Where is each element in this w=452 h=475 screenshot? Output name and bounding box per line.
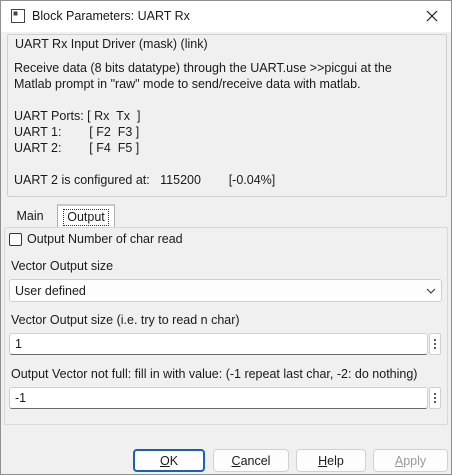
- vector-size-label: Vector Output size: [11, 259, 114, 273]
- mask-description: Receive data (8 bits datatype) through t…: [14, 60, 439, 188]
- cancel-button[interactable]: Cancel: [213, 449, 289, 472]
- window-title: Block Parameters: UART Rx: [32, 9, 190, 23]
- mask-description-group: UART Rx Input Driver (mask) (link) Recei…: [7, 34, 447, 197]
- ok-label-rest: K: [169, 453, 179, 468]
- description-line: Matlab prompt in "raw" mode to send/rece…: [14, 77, 361, 91]
- description-line: Receive data (8 bits datatype) through t…: [14, 61, 392, 75]
- n-char-value: 1: [15, 337, 22, 351]
- help-label-rest: elp: [327, 453, 344, 468]
- checkbox-label: Output Number of char read: [27, 232, 183, 246]
- fill-value-label: Output Vector not full: fill in with val…: [11, 367, 418, 381]
- apply-button[interactable]: Apply: [373, 449, 448, 472]
- fill-value: -1: [15, 391, 27, 405]
- more-vertical-icon: [434, 393, 436, 403]
- output-char-count-row: Output Number of char read: [9, 231, 183, 247]
- apply-hotkey: A: [394, 453, 404, 468]
- fill-value-options-button[interactable]: [429, 387, 441, 409]
- description-line: UART 2 is configured at: 115200 [-0.04%]: [14, 173, 276, 187]
- close-button[interactable]: [419, 4, 445, 28]
- cancel-hotkey: C: [231, 453, 241, 468]
- output-char-count-checkbox[interactable]: [9, 232, 22, 246]
- description-line: [14, 92, 439, 108]
- mask-title: UART Rx Input Driver (mask) (link): [14, 37, 209, 51]
- more-vertical-icon: [434, 339, 436, 349]
- description-line: UART Ports: [ Rx Tx ]: [14, 109, 141, 123]
- vector-size-value: User defined: [15, 283, 86, 298]
- apply-label-rest: pply: [403, 453, 427, 468]
- block-parameters-dialog: Block Parameters: UART Rx UART Rx Input …: [0, 0, 452, 475]
- title-bar: Block Parameters: UART Rx: [1, 1, 451, 32]
- chevron-down-icon: [426, 288, 436, 294]
- n-char-input[interactable]: 1: [9, 333, 428, 355]
- cancel-label-rest: ancel: [240, 453, 271, 468]
- description-line: [14, 156, 439, 172]
- ok-hotkey: O: [159, 453, 170, 468]
- help-button[interactable]: Help: [296, 449, 366, 472]
- vector-size-select[interactable]: User defined: [9, 279, 442, 302]
- close-icon: [426, 10, 438, 22]
- description-line: UART 1: [ F2 F3 ]: [14, 125, 140, 139]
- description-line: UART 2: [ F4 F5 ]: [14, 141, 140, 155]
- fill-value-input[interactable]: -1: [9, 387, 428, 409]
- tab-main[interactable]: Main: [7, 204, 53, 228]
- n-char-label: Vector Output size (i.e. try to read n c…: [11, 313, 240, 327]
- tab-label: Main: [16, 209, 44, 223]
- simulink-block-icon: [11, 9, 25, 23]
- tab-output[interactable]: Output: [57, 204, 115, 228]
- help-hotkey: H: [318, 453, 328, 468]
- n-char-options-button[interactable]: [429, 333, 441, 355]
- ok-button[interactable]: OK: [133, 449, 205, 472]
- tab-label: Output: [63, 208, 109, 226]
